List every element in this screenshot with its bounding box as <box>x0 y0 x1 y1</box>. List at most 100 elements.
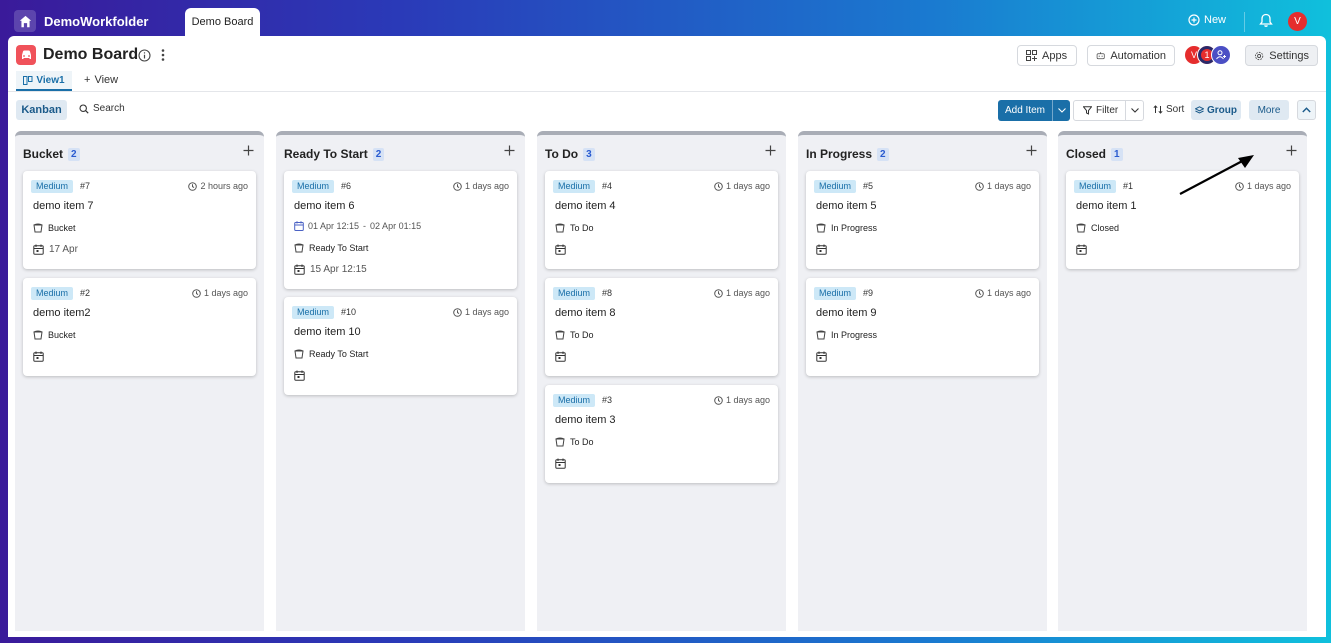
add-card-icon[interactable] <box>504 145 515 156</box>
more-button[interactable]: More <box>1249 100 1289 120</box>
timestamp: 1 days ago <box>975 288 1031 298</box>
bucket-icon <box>33 330 43 340</box>
annotation-arrow-icon <box>1179 155 1254 195</box>
calendar-icon <box>1076 244 1087 255</box>
tab-demo-board[interactable]: Demo Board <box>185 8 260 36</box>
item-name: demo item 7 <box>33 200 94 212</box>
due-date[interactable] <box>555 244 566 255</box>
due-date[interactable] <box>816 351 827 362</box>
status-row: In Progress <box>816 223 877 233</box>
filter-button[interactable]: Filter <box>1073 100 1144 121</box>
card[interactable]: Medium #5 1 days ago demo item 5 In Prog… <box>806 171 1039 269</box>
group-button[interactable]: Group <box>1191 100 1241 120</box>
item-id: #4 <box>602 181 613 191</box>
settings-button[interactable]: Settings <box>1245 45 1318 66</box>
clock-icon <box>714 395 723 405</box>
time-text: 1 days ago <box>464 181 509 191</box>
bell-icon[interactable] <box>1259 13 1273 28</box>
card[interactable]: Medium #9 1 days ago demo item 9 In Prog… <box>806 278 1039 376</box>
card[interactable]: Medium #10 1 days ago demo item 10 Ready… <box>284 297 517 395</box>
add-card-icon[interactable] <box>1026 145 1037 156</box>
calendar-icon <box>555 244 566 255</box>
timestamp: 1 days ago <box>453 307 509 317</box>
card[interactable]: Medium #2 1 days ago demo item2 Bucket <box>23 278 256 376</box>
due-date[interactable]: 15 Apr 12:15 <box>294 264 367 275</box>
priority-badge: Medium <box>31 180 74 193</box>
timestamp: 1 days ago <box>453 181 509 191</box>
add-card-icon[interactable] <box>765 145 776 156</box>
kebab-menu-icon[interactable] <box>160 48 166 62</box>
calendar-icon <box>816 244 827 255</box>
range-start: 01 Apr 12:15 <box>308 221 360 231</box>
new-button[interactable]: New <box>1188 14 1226 26</box>
date-range[interactable]: 01 Apr 12:15-02 Apr 01:15 <box>294 221 421 231</box>
column-title: In Progress 2 <box>806 147 889 161</box>
column-ready-to-start: Ready To Start 2 Medium #6 1 days ago de… <box>276 131 525 631</box>
workspace-name[interactable]: DemoWorkfolder <box>44 14 149 29</box>
due-date[interactable] <box>555 458 566 469</box>
card[interactable]: Medium #3 1 days ago demo item 3 To Do <box>545 385 778 483</box>
item-id: #2 <box>80 288 91 298</box>
kanban-button[interactable]: Kanban <box>16 100 67 120</box>
timestamp: 1 days ago <box>975 181 1031 191</box>
due-date[interactable] <box>1076 244 1087 255</box>
column-name: Bucket <box>23 147 64 161</box>
collapse-button[interactable] <box>1297 100 1316 120</box>
status-text: To Do <box>570 437 594 447</box>
clock-icon <box>975 288 984 298</box>
card[interactable]: Medium #6 1 days ago demo item 6 01 Apr … <box>284 171 517 289</box>
column-closed: Closed 1 Medium #1 1 days ago demo item … <box>1058 131 1307 631</box>
item-name: demo item 10 <box>294 326 361 338</box>
add-member-avatar[interactable] <box>1211 45 1231 65</box>
timestamp: 1 days ago <box>714 288 770 298</box>
view1-label: View1 <box>36 74 65 86</box>
user-avatar[interactable]: V <box>1288 12 1307 31</box>
filter-dropdown[interactable] <box>1125 101 1143 120</box>
priority-badge: Medium <box>553 287 596 300</box>
column-title: Ready To Start 2 <box>284 147 385 161</box>
add-card-icon[interactable] <box>243 145 254 156</box>
bucket-icon <box>294 349 304 359</box>
card[interactable]: Medium #8 1 days ago demo item 8 To Do <box>545 278 778 376</box>
item-id: #3 <box>602 395 613 405</box>
time-text: 1 days ago <box>986 181 1031 191</box>
date-text: 15 Apr 12:15 <box>310 264 367 275</box>
status-row: To Do <box>555 223 594 233</box>
tab-view1[interactable]: View1 <box>16 71 72 91</box>
priority-badge: Medium <box>814 287 857 300</box>
apps-button[interactable]: Apps <box>1017 45 1077 66</box>
add-item-dropdown[interactable] <box>1052 100 1070 121</box>
status-row: In Progress <box>816 330 877 340</box>
add-item-button[interactable]: Add Item <box>998 100 1070 121</box>
due-date[interactable] <box>33 351 44 362</box>
card[interactable]: Medium #4 1 days ago demo item 4 To Do <box>545 171 778 269</box>
sort-button[interactable]: Sort <box>1153 104 1184 115</box>
item-name: demo item 9 <box>816 307 877 319</box>
automation-button[interactable]: Automation <box>1087 45 1175 66</box>
clock-icon <box>975 181 984 191</box>
item-id: #6 <box>341 181 352 191</box>
member-avatars[interactable]: V 1 <box>1184 45 1234 67</box>
info-icon[interactable] <box>138 49 151 62</box>
due-date[interactable] <box>294 370 305 381</box>
due-date[interactable] <box>555 351 566 362</box>
search-button[interactable]: Search <box>79 103 125 114</box>
status-text: To Do <box>570 330 594 340</box>
priority-badge: Medium <box>553 180 596 193</box>
item-id: #10 <box>341 307 357 317</box>
add-card-icon[interactable] <box>1286 145 1297 156</box>
clock-icon <box>714 181 723 191</box>
item-name: demo item 8 <box>555 307 616 319</box>
due-date[interactable]: 17 Apr <box>33 244 78 255</box>
add-view-button[interactable]: + View <box>84 74 118 86</box>
priority-badge: Medium <box>1074 180 1117 193</box>
item-id: #1 <box>1123 181 1134 191</box>
add-item-label: Add Item <box>1004 105 1046 116</box>
timestamp: 1 days ago <box>714 395 770 405</box>
card[interactable]: Medium #7 2 hours ago demo item 7 Bucket… <box>23 171 256 269</box>
apps-label: Apps <box>1042 49 1068 62</box>
column-bucket: Bucket 2 Medium #7 2 hours ago demo item… <box>15 131 264 631</box>
due-date[interactable] <box>816 244 827 255</box>
column-count: 2 <box>68 147 80 161</box>
home-button[interactable] <box>14 10 36 32</box>
